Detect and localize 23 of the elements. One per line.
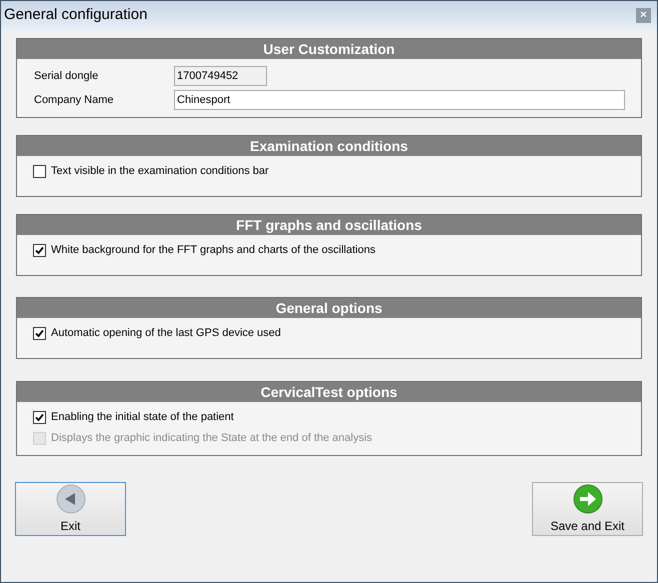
check-icon [35, 413, 44, 422]
checkbox-label: Automatic opening of the last GPS device used [51, 326, 281, 342]
checkbox-label: Text visible in the examination conditions bar [51, 164, 269, 180]
check-icon [35, 329, 44, 338]
exit-button[interactable]: Exit [15, 482, 126, 536]
checkbox[interactable] [33, 411, 46, 424]
section-header: General options [17, 298, 641, 318]
checkbox[interactable] [33, 244, 46, 257]
window-title: General configuration [4, 5, 148, 26]
checkbox-label: Displays the graphic indicating the State at the end of the analysis [51, 431, 372, 446]
checkbox[interactable] [33, 327, 46, 340]
checkbox-label: White background for the FFT graphs and charts of the oscillations [51, 243, 376, 258]
section-header: User Customization [17, 39, 641, 59]
field-label: Serial dongle [33, 68, 100, 84]
input-field[interactable]: Chinesport [174, 90, 625, 110]
field-label: Company Name [33, 92, 114, 108]
section-header: Examination conditions [17, 136, 641, 156]
save-button[interactable]: Save and Exit [532, 482, 643, 536]
check-icon [35, 246, 44, 255]
section-header: FFT graphs and oscillations [17, 215, 641, 235]
section-header: CervicalTest options [17, 382, 641, 402]
checkbox[interactable] [33, 165, 46, 178]
checkbox-label: Enabling the initial state of the patient [51, 410, 234, 426]
